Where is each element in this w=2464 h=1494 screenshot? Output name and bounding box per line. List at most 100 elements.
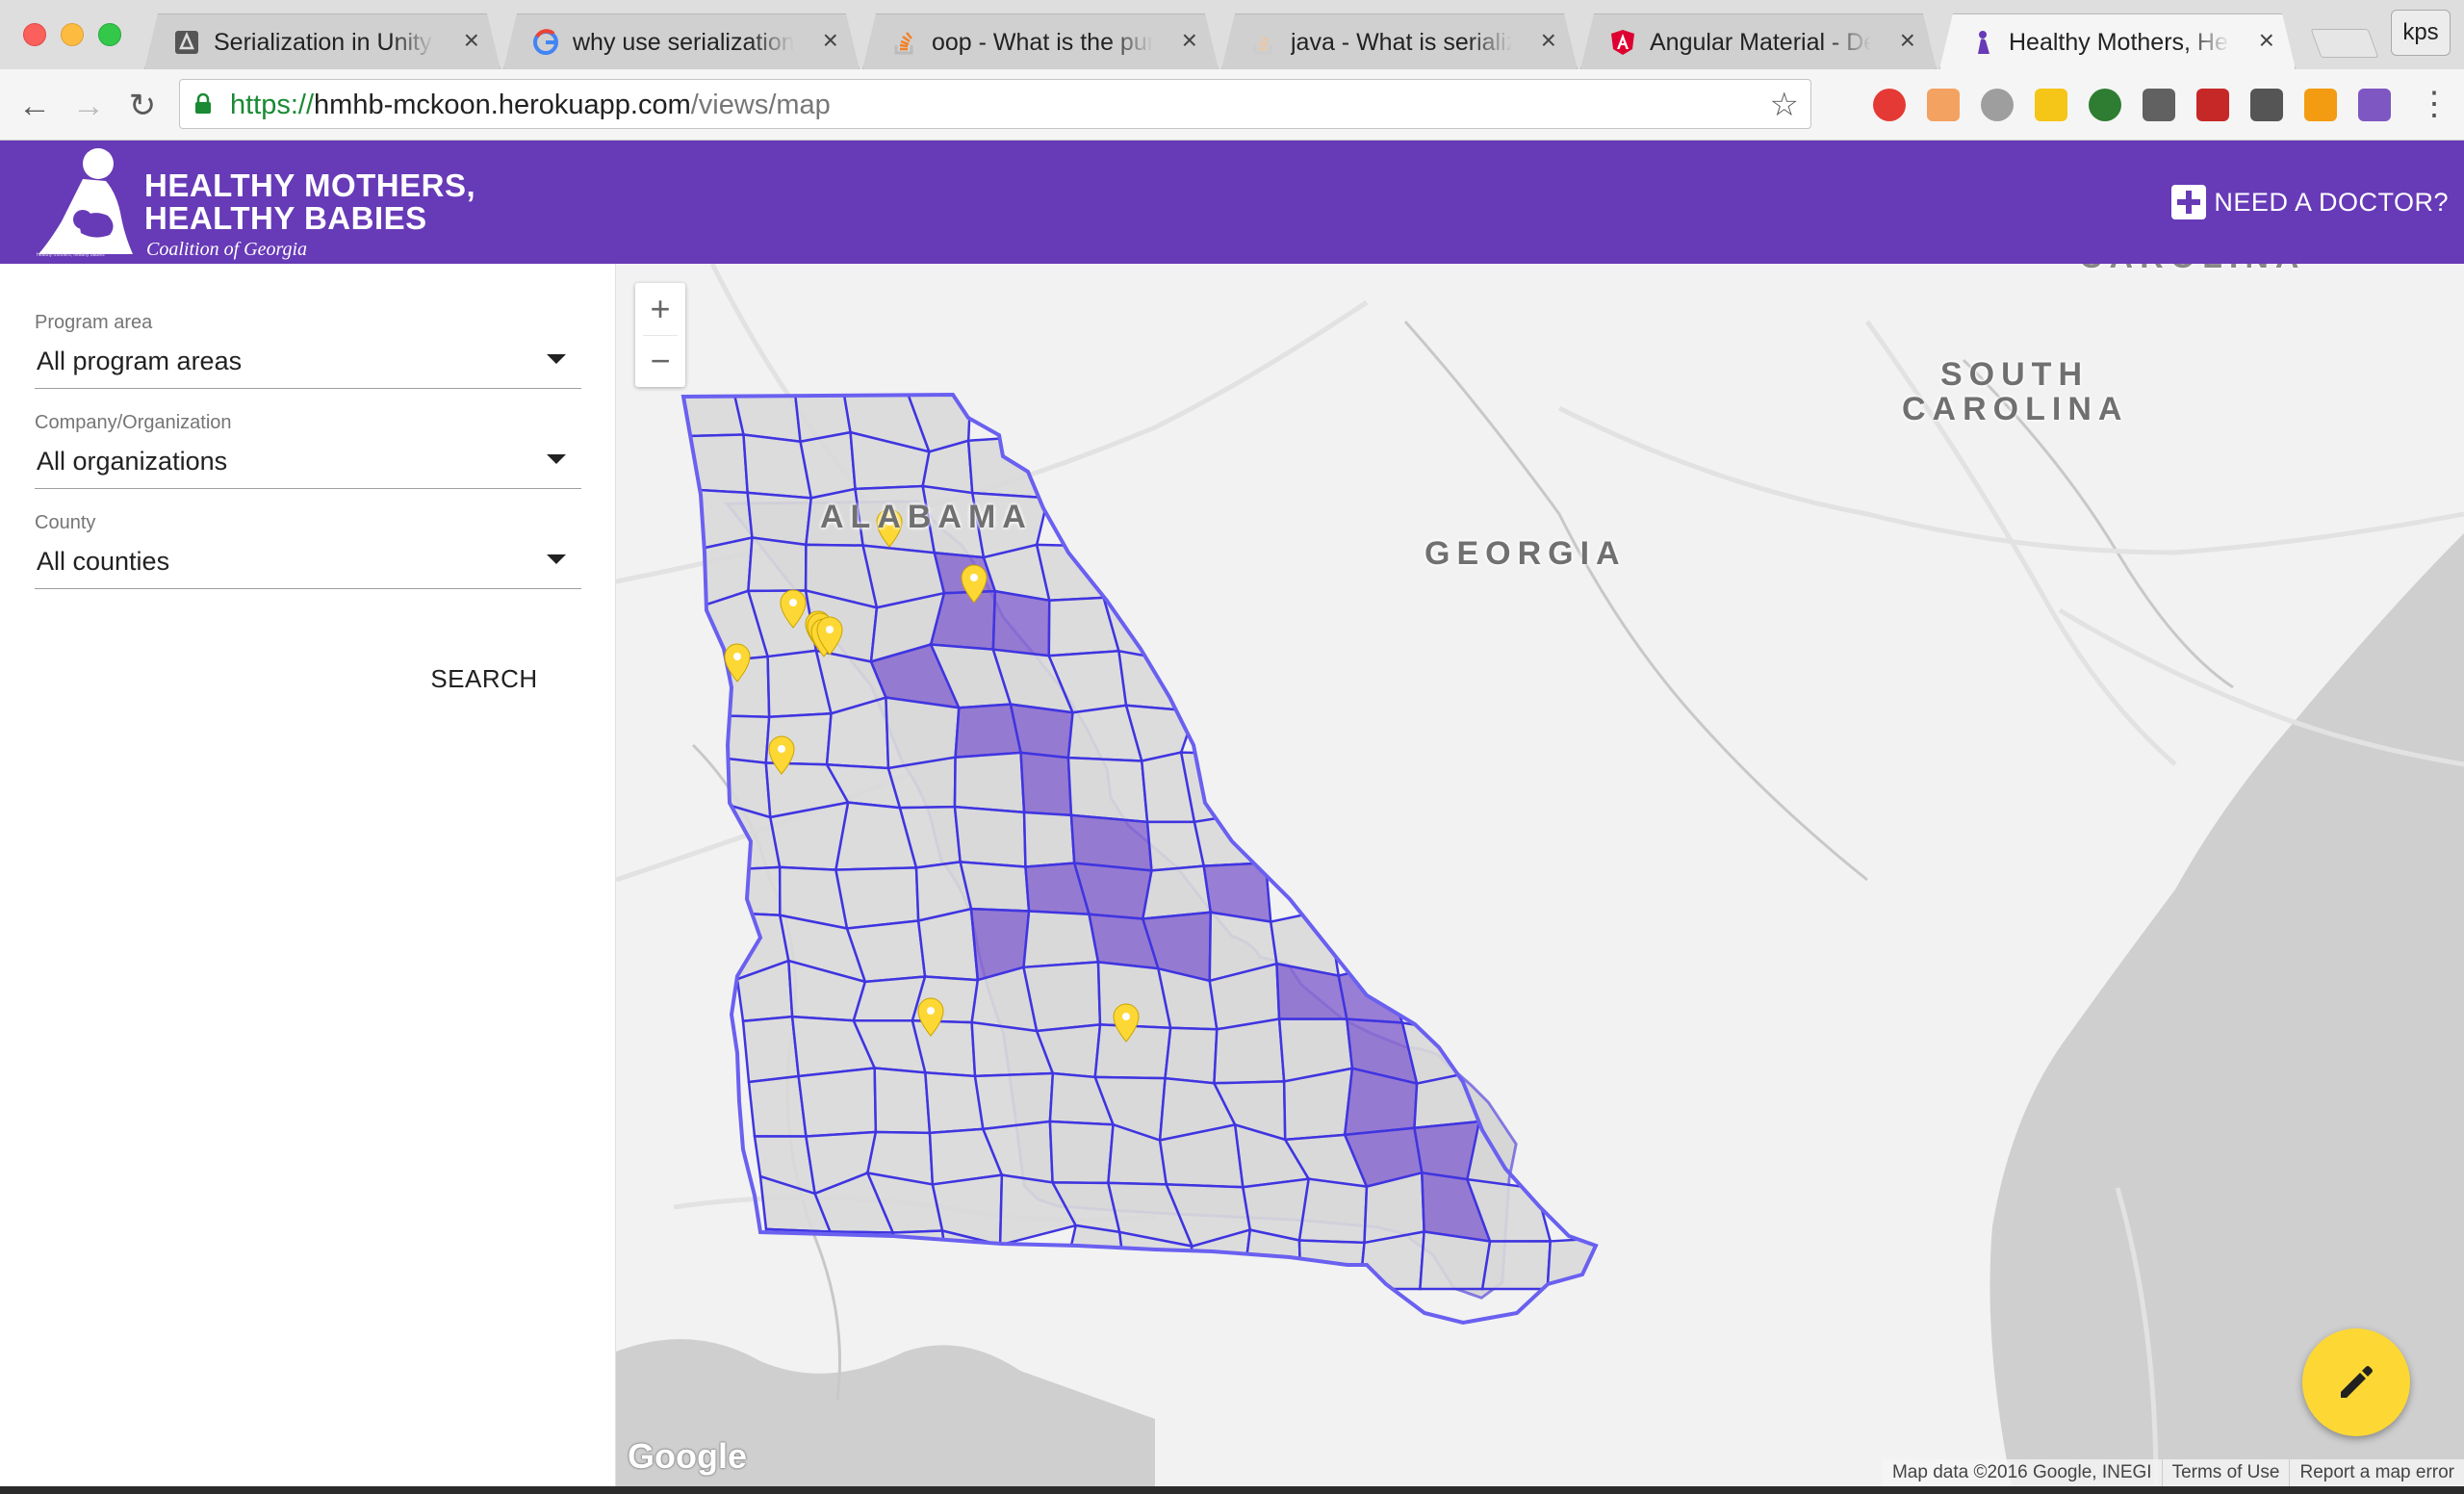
terms-of-use-link[interactable]: Terms of Use (2161, 1459, 2290, 1486)
dropdown-arrow-icon (547, 454, 566, 464)
close-window-button[interactable] (23, 23, 46, 46)
extension-icon[interactable] (2089, 89, 2121, 121)
county-polygon (873, 1067, 932, 1135)
close-tab-icon[interactable]: × (464, 25, 479, 56)
browser-tab-active[interactable]: Healthy Mothers, Healthy Babies × (1939, 13, 2296, 69)
program-area-select[interactable]: Program area All program areas (35, 312, 581, 389)
county-map[interactable]: + − ALABAMA GEORGIA SOUTH CAROLINA CAROL… (616, 264, 2464, 1486)
stackoverflow-icon (894, 32, 913, 55)
browser-tab[interactable]: oop - What is the purpose of Serializati… (862, 13, 1219, 69)
search-button[interactable]: SEARCH (412, 655, 556, 703)
logo-title-line2: HEALTHY BABIES (144, 200, 427, 236)
close-tab-icon[interactable]: × (823, 25, 838, 56)
map-label-carolina: CAROLINA (1902, 391, 2129, 427)
pocket-extension-icon[interactable] (2250, 89, 2283, 121)
browser-tab[interactable]: Serialization in Unity – Unity Blog × (144, 13, 500, 69)
program-area-value: All program areas (37, 347, 243, 375)
minimize-window-button[interactable] (61, 23, 84, 46)
reload-icon[interactable]: ↻ (123, 87, 162, 125)
report-map-error-link[interactable]: Report a map error (2289, 1459, 2464, 1486)
county-polygon (1009, 703, 1074, 760)
unity-icon (175, 31, 198, 54)
county-polygon (1413, 1120, 1481, 1181)
counties-layer (680, 392, 1599, 1326)
county-polygon (959, 861, 1031, 913)
back-arrow-icon[interactable]: ← (15, 87, 54, 125)
profile-button[interactable]: kps (2391, 10, 2451, 56)
county-value: All counties (37, 547, 170, 576)
zoom-out-button[interactable]: − (635, 335, 685, 387)
map-label-georgia: GEORGIA (1424, 535, 1627, 572)
county-polygon (954, 703, 1023, 760)
extension-icon[interactable] (2035, 89, 2067, 121)
bookmark-star-icon[interactable]: ☆ (1770, 86, 1799, 124)
map-label-north-carolina: CAROLINA (2079, 264, 2305, 276)
county-polygon (1282, 1067, 1354, 1142)
filter-sidebar: Program area All program areas Company/O… (0, 264, 616, 1486)
logo-subtitle: Coalition of Georgia (146, 239, 308, 260)
county-polygon (834, 866, 920, 930)
county-polygon (724, 865, 782, 917)
browser-menu-icon[interactable]: ⋮ (2418, 85, 2451, 123)
extension-icon[interactable] (1927, 89, 1960, 121)
tab-title: Serialization in Unity – Unity Blog (214, 29, 435, 56)
stackoverflow-icon (1253, 35, 1272, 55)
county-polygon (1022, 910, 1100, 969)
close-tab-icon[interactable]: × (2259, 25, 2274, 56)
tab-title: Angular Material - Demos (1650, 29, 1871, 56)
close-tab-icon[interactable]: × (1541, 25, 1556, 56)
tab-title: Healthy Mothers, Healthy Babies (2009, 29, 2230, 56)
map-data-credit: Map data ©2016 Google, INEGI (1891, 1462, 2152, 1482)
county-polygon (1213, 1017, 1286, 1085)
lock-icon (195, 93, 211, 114)
organization-value: All organizations (37, 447, 228, 476)
county-polygon (741, 1015, 801, 1084)
dropdown-arrow-icon (547, 554, 566, 564)
browser-tab[interactable]: Angular Material - Demos × (1580, 13, 1937, 69)
lightbulb-extension-icon[interactable] (1981, 89, 2014, 121)
county-polygon (747, 536, 808, 593)
dropdown-arrow-icon (547, 354, 566, 364)
address-bar[interactable]: https://hmhb-mckoon.herokuapp.com/views/… (179, 79, 1811, 129)
county-polygon (1116, 649, 1197, 713)
browser-tab-bar: Serialization in Unity – Unity Blog × wh… (0, 0, 2464, 69)
county-select[interactable]: County All counties (35, 512, 581, 589)
browser-tab[interactable]: java - What is serialization? × (1221, 13, 1578, 69)
county-polygon (747, 1074, 808, 1138)
county-polygon (746, 491, 813, 547)
county-polygon (1419, 1230, 1492, 1291)
medical-plus-icon (2171, 185, 2207, 219)
county-grid (683, 395, 1596, 1291)
organization-select[interactable]: Company/Organization All organizations (35, 412, 581, 489)
browser-toolbar: ← → ↻ https://hmhb-mckoon.herokuapp.com/… (0, 69, 2464, 141)
need-doctor-button[interactable]: NEED A DOCTOR? (2171, 181, 2449, 223)
county-polygon (1048, 1120, 1115, 1185)
edit-fab-button[interactable] (2302, 1328, 2410, 1436)
county-polygon (923, 1070, 985, 1135)
browser-tab[interactable]: why use serialization in unity - Google … (503, 13, 860, 69)
adblock-extension-icon[interactable] (1873, 89, 1906, 121)
forward-arrow-icon[interactable]: → (69, 87, 108, 125)
pencil-icon (2341, 1366, 2373, 1398)
url-text: https://hmhb-mckoon.herokuapp.com/views/… (230, 90, 831, 120)
county-polygon (797, 1067, 878, 1138)
extension-icon[interactable] (2304, 89, 2337, 121)
hmhb-logo[interactable]: HEALTHY MOTHERS, HEALTHY BABIES Coalitio… (33, 144, 485, 260)
zoom-in-button[interactable]: + (635, 283, 685, 335)
county-polygon (991, 589, 1051, 657)
county-polygon (1022, 811, 1076, 868)
county-polygon (953, 751, 1026, 814)
maximize-window-button[interactable] (98, 23, 121, 46)
county-polygon (1021, 961, 1102, 1033)
county-polygon (916, 907, 980, 982)
new-tab-button[interactable] (2310, 29, 2379, 58)
bookmark-extension-icon[interactable] (2196, 89, 2229, 121)
close-tab-icon[interactable]: × (1900, 25, 1915, 56)
county-polygon (1297, 1177, 1369, 1245)
extension-icon[interactable] (2358, 89, 2391, 121)
map-label-alabama: ALABAMA (820, 499, 1033, 535)
extension-icon[interactable] (2143, 89, 2175, 121)
close-tab-icon[interactable]: × (1182, 25, 1197, 56)
angular-icon (1611, 30, 1634, 55)
app-header: HEALTHY MOTHERS, HEALTHY BABIES Coalitio… (0, 141, 2464, 264)
